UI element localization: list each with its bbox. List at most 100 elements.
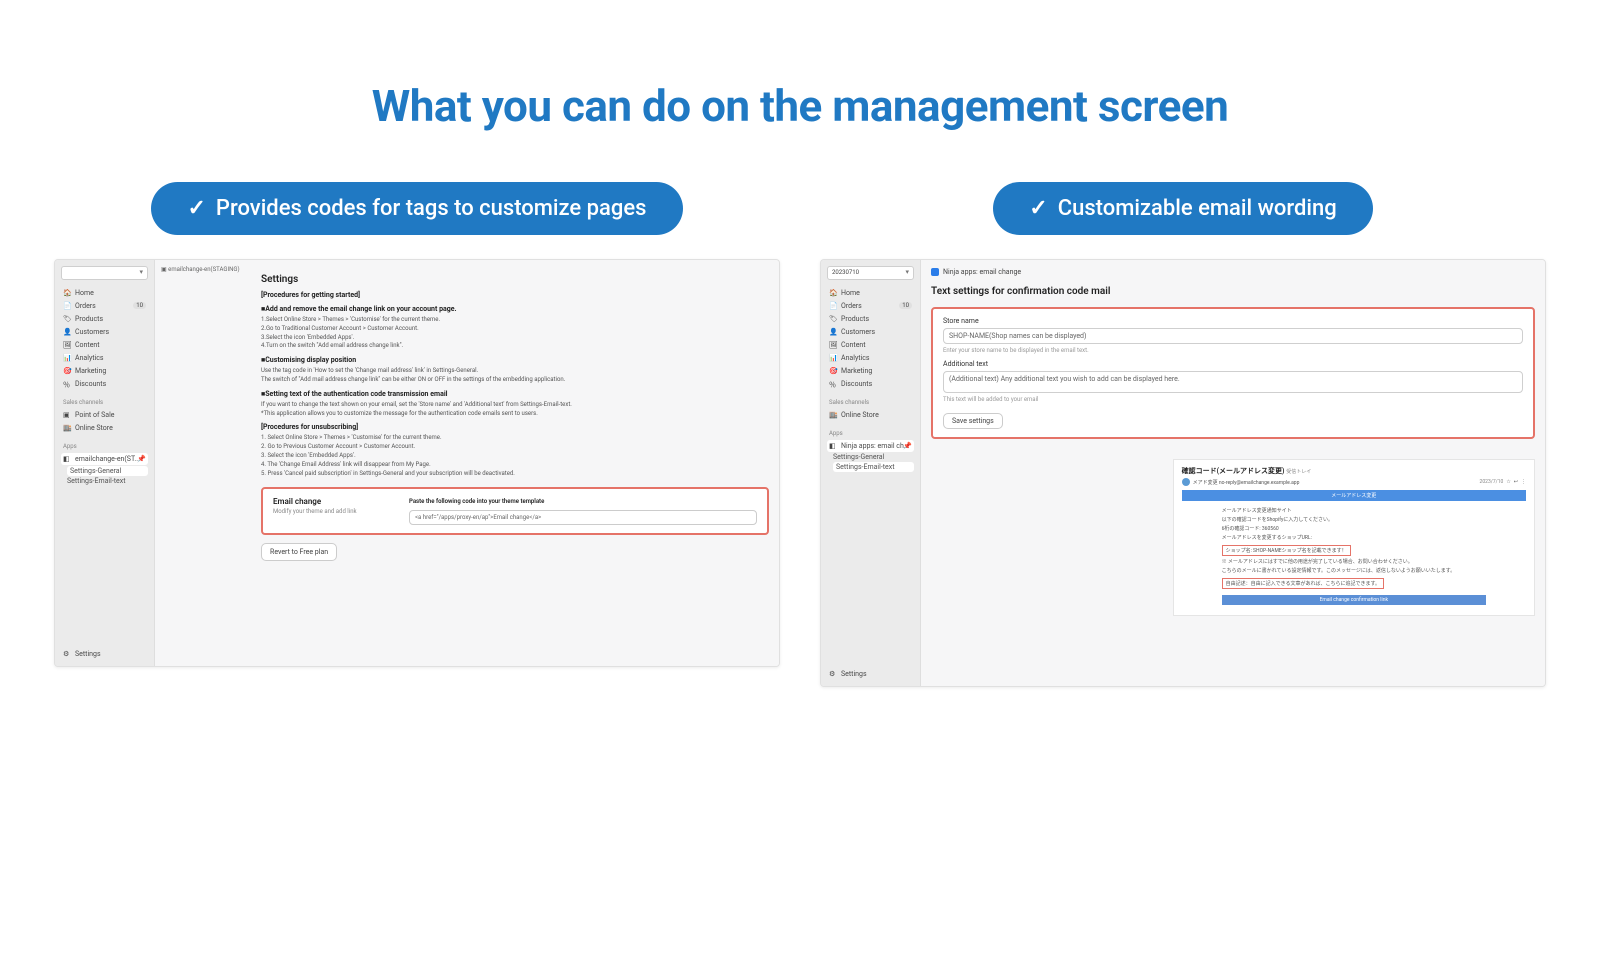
email-settings-main: Ninja apps: email change Text settings f… — [921, 260, 1545, 686]
procedures-unsub: [Procedures for unsubscribing] — [261, 423, 769, 431]
pill-email: ✓ Customizable email wording — [993, 182, 1372, 235]
orders-badge: 10 — [133, 302, 146, 309]
email-preview: 確認コード(メールアドレス変更) 受信トレイ メアド変更 no-reply@em… — [1173, 459, 1535, 616]
code-snippet-field[interactable]: <a href="/apps/proxy-en/ap">Email change… — [409, 510, 757, 525]
sec2-line: The switch of "Add mail address change l… — [261, 376, 769, 384]
sidebar-item-online-store[interactable]: 🏬Online Store — [61, 422, 148, 434]
unsub-line: 4. The 'Change Email Address' link will … — [261, 461, 769, 469]
sidebar-item-marketing[interactable]: 🎯Marketing — [61, 365, 148, 377]
sidebar-item-marketing[interactable]: 🎯Marketing — [827, 365, 914, 377]
app-icon: ◧ — [829, 442, 837, 450]
sec1-line: 4.Turn on the switch "Add email address … — [261, 342, 769, 350]
app-subnav-email-text[interactable]: Settings-Email-text — [833, 462, 914, 472]
mail-highlight-additional: 自由記述：自由に記入できる文章があれば、こちらに追記できます。 — [1222, 578, 1384, 589]
screenshot-right: 20230710 🏠Home 📄Orders10 🏷Products 👤Cust… — [820, 259, 1546, 687]
sidebar-item-analytics[interactable]: 📊Analytics — [61, 352, 148, 364]
app-subnav-general[interactable]: Settings-General — [833, 453, 914, 461]
store-icon: 🏬 — [63, 424, 71, 432]
sidebar-item-products[interactable]: 🏷Products — [827, 313, 914, 325]
sidebar-item-app[interactable]: ◧Ninja apps: email ch...📌 — [827, 440, 914, 452]
orders-badge: 10 — [899, 302, 912, 309]
pill-tags: ✓ Provides codes for tags to customize p… — [151, 182, 682, 235]
breadcrumb[interactable]: ▣ emailchange-en(STAGING) — [161, 266, 245, 273]
sidebar-item-customers[interactable]: 👤Customers — [61, 326, 148, 338]
avatar — [1182, 478, 1190, 486]
sidebar-item-online-store[interactable]: 🏬Online Store — [827, 409, 914, 421]
sidebar-item-content[interactable]: 🖼Content — [827, 339, 914, 351]
sidebar-item-analytics[interactable]: 📊Analytics — [827, 352, 914, 364]
discounts-icon: ％ — [829, 380, 837, 388]
sidebar-item-discounts[interactable]: ％Discounts — [61, 378, 148, 390]
mail-line: 6桁の確認コード: 360560 — [1222, 525, 1486, 532]
pin-icon[interactable]: 📌 — [137, 455, 146, 463]
sec1-line: 1.Select Online Store > Themes > 'Custom… — [261, 316, 769, 324]
sidebar-item-customers[interactable]: 👤Customers — [827, 326, 914, 338]
unsub-line: 1. Select Online Store > Themes > 'Custo… — [261, 434, 769, 442]
sidebar-item-products[interactable]: 🏷Products — [61, 313, 148, 325]
reply-icon[interactable]: ↩ — [1514, 479, 1518, 485]
content-icon: 🖼 — [63, 341, 71, 349]
shop-select[interactable] — [61, 266, 148, 280]
marketing-icon: 🎯 — [829, 367, 837, 375]
store-name-input[interactable]: SHOP-NAME(Shop names can be displayed) — [943, 328, 1523, 344]
sidebar-item-app[interactable]: ◧emailchange-en(ST...📌 — [61, 453, 148, 465]
app-title-bar: Ninja apps: email change — [931, 266, 1535, 280]
sidebar-item-home[interactable]: 🏠Home — [827, 287, 914, 299]
sec1-line: 2.Go to Traditional Customer Account > C… — [261, 325, 769, 333]
page-title: What you can do on the management screen — [0, 80, 1600, 132]
sidebar-item-pos[interactable]: ▣Point of Sale — [61, 409, 148, 421]
pill-label: Customizable email wording — [1058, 196, 1337, 221]
email-change-title: Email change — [273, 497, 393, 506]
unsub-line: 2. Go to Previous Customer Account > Cus… — [261, 443, 769, 451]
home-icon: 🏠 — [829, 289, 837, 297]
additional-text-input[interactable]: (Additional text) Any additional text yo… — [943, 371, 1523, 393]
mail-line: ※ メールアドレスにはすでに他の用途が完了している場合、お問い合わせください。 — [1222, 558, 1486, 565]
more-icon[interactable]: ⋮ — [1521, 479, 1526, 485]
check-icon: ✓ — [187, 196, 205, 221]
star-icon[interactable]: ☆ — [1506, 479, 1510, 485]
gear-icon: ⚙ — [829, 670, 837, 678]
save-settings-button[interactable]: Save settings — [943, 413, 1003, 429]
analytics-icon: 📊 — [63, 354, 71, 362]
sidebar-settings[interactable]: ⚙Settings — [827, 668, 914, 680]
apps-header: Apps — [827, 428, 914, 439]
sidebar-item-home[interactable]: 🏠Home — [61, 287, 148, 299]
additional-text-hint: This text will be added to your email — [943, 396, 1523, 403]
revert-button[interactable]: Revert to Free plan — [261, 543, 337, 561]
sidebar-item-discounts[interactable]: ％Discounts — [827, 378, 914, 390]
mail-line: メールアドレスを変更するショップURL: — [1222, 534, 1486, 541]
mail-banner: メールアドレス変更 — [1182, 490, 1526, 501]
mail-from: メアド変更 no-reply@emailchange.example.app — [1193, 479, 1300, 486]
breadcrumb-column: ▣ emailchange-en(STAGING) — [155, 260, 251, 666]
sidebar-item-orders[interactable]: 📄Orders10 — [827, 300, 914, 312]
sales-channels-header: Sales channels — [61, 397, 148, 408]
app-subnav-email-text[interactable]: Settings-Email-text — [67, 477, 148, 485]
sec2-title: ■Customising display position — [261, 356, 769, 364]
pin-icon[interactable]: 📌 — [903, 442, 912, 450]
sec2-line: Use the tag code in 'How to set the 'Cha… — [261, 367, 769, 375]
orders-icon: 📄 — [829, 302, 837, 310]
analytics-icon: 📊 — [829, 354, 837, 362]
mail-highlight-shopname: ショップ名: SHOP-NAMEショップ名を記載できます！ — [1222, 545, 1351, 556]
sidebar-settings[interactable]: ⚙Settings — [61, 648, 148, 660]
products-icon: 🏷 — [829, 315, 837, 323]
app-subnav-general[interactable]: Settings-General — [67, 466, 148, 476]
apps-header: Apps — [61, 441, 148, 452]
sidebar-item-content[interactable]: 🖼Content — [61, 339, 148, 351]
store-name-hint: Enter your store name to be displayed in… — [943, 347, 1523, 354]
store-icon: 🏬 — [829, 411, 837, 419]
home-icon: 🏠 — [63, 289, 71, 297]
sec1-title: ■Add and remove the email change link on… — [261, 305, 769, 313]
settings-heading: Settings — [261, 274, 769, 285]
pos-icon: ▣ — [63, 411, 71, 419]
mail-cta-button[interactable]: Email change confirmation link — [1222, 595, 1486, 605]
mail-subject: 確認コード(メールアドレス変更) — [1182, 467, 1285, 475]
procedures-start: [Procedures for getting started] — [261, 291, 769, 299]
products-icon: 🏷 — [63, 315, 71, 323]
unsub-line: 3. Select the icon 'Embedded Apps'. — [261, 452, 769, 460]
content-icon: 🖼 — [829, 341, 837, 349]
shop-select[interactable]: 20230710 — [827, 266, 914, 280]
sidebar-item-orders[interactable]: 📄Orders10 — [61, 300, 148, 312]
admin-sidebar: 20230710 🏠Home 📄Orders10 🏷Products 👤Cust… — [821, 260, 921, 686]
pill-label: Provides codes for tags to customize pag… — [216, 196, 647, 221]
